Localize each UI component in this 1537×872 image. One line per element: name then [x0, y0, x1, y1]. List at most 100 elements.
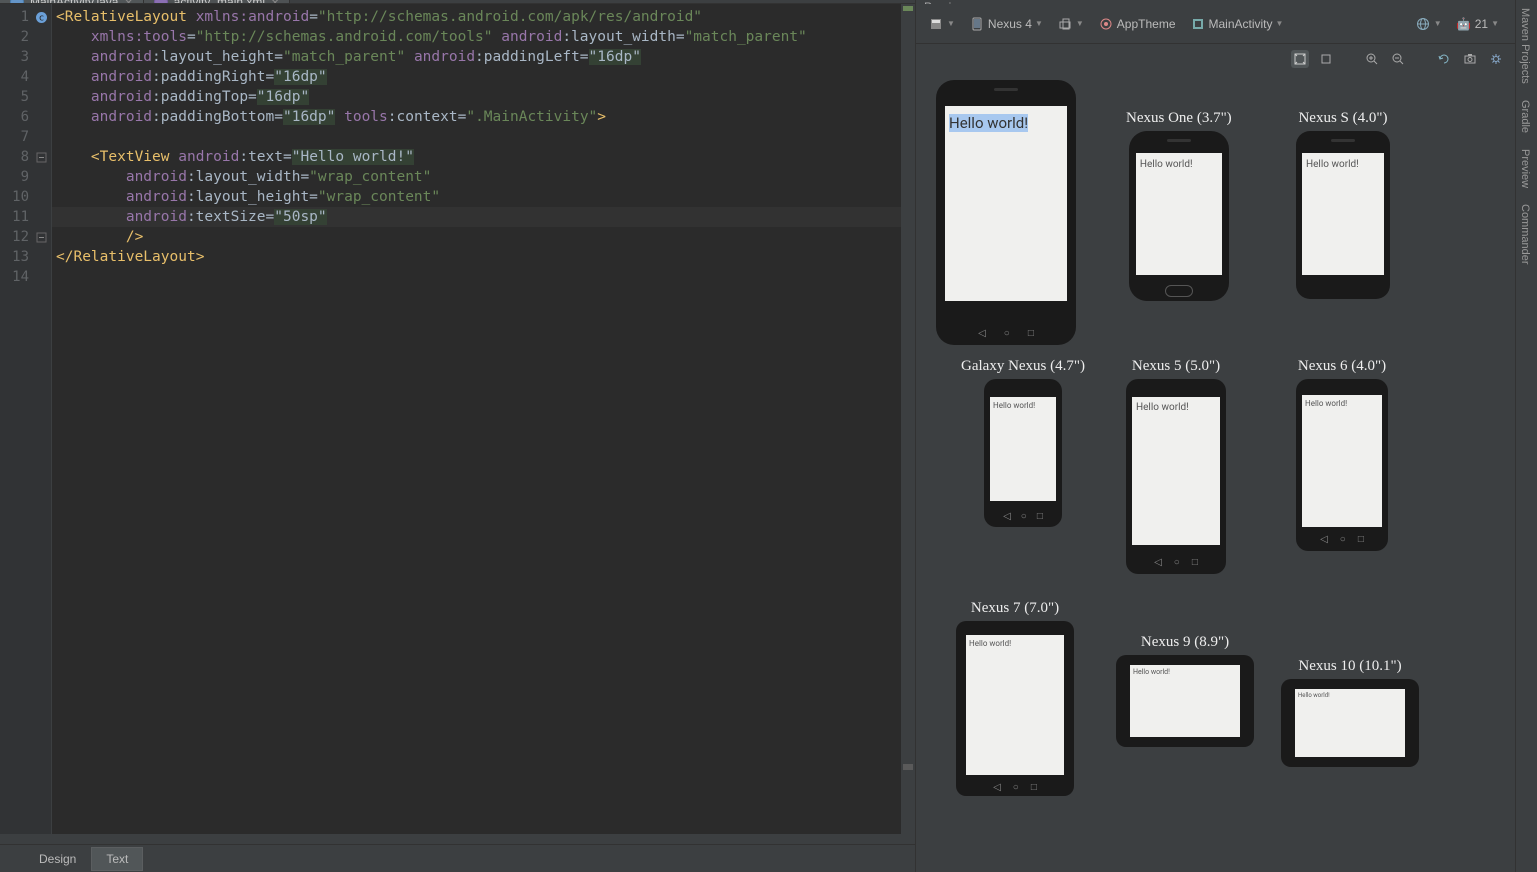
hello-text: Hello world! [1133, 668, 1170, 676]
device-galaxy-nexus: Galaxy Nexus (4.7") Hello world! ◁○□ [961, 358, 1085, 527]
code-line: android:paddingBottom="16dp" tools:conte… [52, 107, 915, 127]
device-nexus-7: Nexus 7 (7.0") Hello world! ◁○□ [956, 600, 1074, 796]
preview-canvas[interactable]: Hello world! ◁○□ Nexus One (3.7") Hello … [916, 70, 1515, 872]
device-frame: Hello world! [1281, 679, 1419, 767]
tab-maven[interactable]: Maven Projects [1516, 0, 1534, 92]
device-nexus-s: Nexus S (4.0") Hello world! [1296, 110, 1390, 299]
close-icon[interactable]: × [124, 0, 132, 3]
scroll-marker [903, 6, 913, 11]
preview-panel: Preview ▼ Nexus 4 ▼ ▼ AppTheme MainActiv… [915, 0, 1515, 872]
device-nexus-10: Nexus 10 (10.1") Hello world! [1281, 658, 1419, 767]
orientation-selector[interactable]: ▼ [1053, 14, 1088, 34]
speaker-icon [1167, 139, 1191, 142]
fold-icon[interactable] [35, 230, 48, 243]
device-title: Nexus 5 (5.0") [1132, 358, 1220, 375]
hello-text: Hello world! [1305, 399, 1347, 408]
locale-selector[interactable]: ▼ [1411, 14, 1446, 34]
hello-text: Hello world! [1140, 159, 1193, 170]
fold-icon[interactable] [35, 150, 48, 163]
config-icon [928, 16, 944, 32]
config-dropdown[interactable]: ▼ [924, 14, 959, 34]
device-frame: Hello world! ◁○□ [1296, 379, 1388, 551]
back-icon: ◁ [978, 328, 986, 339]
close-icon[interactable]: × [271, 0, 279, 3]
device-frame: Hello world! ◁○□ [936, 80, 1076, 345]
chevron-down-icon: ▼ [1276, 19, 1284, 28]
device-title: Galaxy Nexus (4.7") [961, 358, 1085, 375]
gutter: 1 c 2 3 4 5 6 7 8 9 10 11 💡 12 13 14 [0, 4, 52, 834]
device-nexus-one: Nexus One (3.7") Hello world! [1126, 110, 1232, 301]
gutter-line: 2 [0, 27, 51, 47]
chevron-down-icon: ▼ [1035, 19, 1043, 28]
device-frame: Hello world! ◁○□ [956, 621, 1074, 796]
gutter-line: 14 [0, 267, 51, 287]
tab-label: Gradle [1519, 100, 1531, 133]
chevron-down-icon: ▼ [1434, 19, 1442, 28]
xml-file-icon [154, 0, 168, 3]
theme-icon [1098, 16, 1114, 32]
device-nexus-5: Nexus 5 (5.0") Hello world! ◁○□ [1126, 358, 1226, 574]
device-nav: ◁○□ [984, 511, 1062, 522]
code-line: android:paddingTop="16dp" [52, 87, 915, 107]
device-title: Nexus One (3.7") [1126, 110, 1232, 127]
device-screen: Hello world! [1136, 153, 1222, 275]
code-line: android:layout_height="match_parent" and… [52, 47, 915, 67]
settings-icon[interactable] [1487, 50, 1505, 68]
code-line: android:layout_height="wrap_content" [52, 187, 915, 207]
device-nexus-9: Nexus 9 (8.9") Hello world! [1116, 634, 1254, 747]
hello-text: Hello world! [949, 114, 1028, 132]
device-screen: Hello world! [1295, 689, 1405, 757]
speaker-icon [1331, 139, 1355, 142]
activity-selector[interactable]: MainActivity ▼ [1186, 14, 1288, 34]
tab-preview[interactable]: Preview [1516, 141, 1534, 196]
file-tab-java[interactable]: MainActivity.java × [0, 0, 144, 3]
toolbar-right: ▼ 🤖 21 ▼ [1411, 14, 1507, 34]
refresh-icon[interactable] [1435, 50, 1453, 68]
device-title: Nexus 9 (8.9") [1141, 634, 1229, 651]
screenshot-icon[interactable] [1461, 50, 1479, 68]
orientation-icon [1057, 16, 1073, 32]
gutter-line: 1 c [0, 7, 51, 27]
chevron-down-icon: ▼ [1491, 19, 1499, 28]
device-title: Nexus S (4.0") [1298, 110, 1387, 127]
file-tab-xml[interactable]: activity_main.xml × [144, 0, 291, 3]
java-file-icon [10, 0, 24, 3]
hello-text: Hello world! [969, 639, 1011, 648]
gutter-line: 7 [0, 127, 51, 147]
gutter-line: 11 💡 [0, 207, 51, 227]
editor-scrollbar[interactable] [901, 4, 915, 834]
hello-text: Hello world! [1306, 159, 1359, 170]
code-line: <RelativeLayout xmlns:android="http://sc… [52, 7, 915, 27]
zoom-fit-icon[interactable] [1291, 50, 1309, 68]
recent-icon: □ [1028, 328, 1034, 339]
zoom-actual-icon[interactable] [1317, 50, 1335, 68]
tab-design[interactable]: Design [24, 847, 91, 871]
tab-gradle[interactable]: Gradle [1516, 92, 1534, 141]
zoom-out-icon[interactable] [1389, 50, 1407, 68]
device-frame: Hello world! ◁○□ [1126, 379, 1226, 574]
tab-commander[interactable]: Commander [1516, 196, 1534, 273]
device-title: Nexus 10 (10.1") [1298, 658, 1401, 675]
device-frame: Hello world! [1116, 655, 1254, 747]
device-screen: Hello world! [990, 397, 1056, 501]
code-line: <TextView android:text="Hello world!" [52, 147, 915, 167]
device-frame: Hello world! [1296, 131, 1390, 299]
code-line: android:layout_width="wrap_content" [52, 167, 915, 187]
code-line: android:textSize="50sp" [52, 207, 915, 227]
api-level: 21 [1475, 17, 1488, 31]
code-editor[interactable]: <RelativeLayout xmlns:android="http://sc… [52, 4, 915, 834]
chevron-down-icon: ▼ [947, 19, 955, 28]
device-selector[interactable]: Nexus 4 ▼ [965, 14, 1047, 34]
preview-toolbar: ▼ Nexus 4 ▼ ▼ AppTheme MainActivity ▼ ▼ [916, 4, 1515, 44]
home-button [1165, 285, 1193, 297]
device-title: Nexus 6 (4.0") [1298, 358, 1386, 375]
tab-text[interactable]: Text [91, 847, 143, 871]
gutter-line: 10 [0, 187, 51, 207]
theme-selector[interactable]: AppTheme [1094, 14, 1180, 34]
code-line: android:paddingRight="16dp" [52, 67, 915, 87]
zoom-in-icon[interactable] [1363, 50, 1381, 68]
tab-label: Maven Projects [1519, 8, 1531, 84]
code-line: </RelativeLayout> [52, 247, 915, 267]
api-selector[interactable]: 🤖 21 ▼ [1452, 14, 1503, 34]
device-screen: Hello world! [1132, 397, 1220, 545]
